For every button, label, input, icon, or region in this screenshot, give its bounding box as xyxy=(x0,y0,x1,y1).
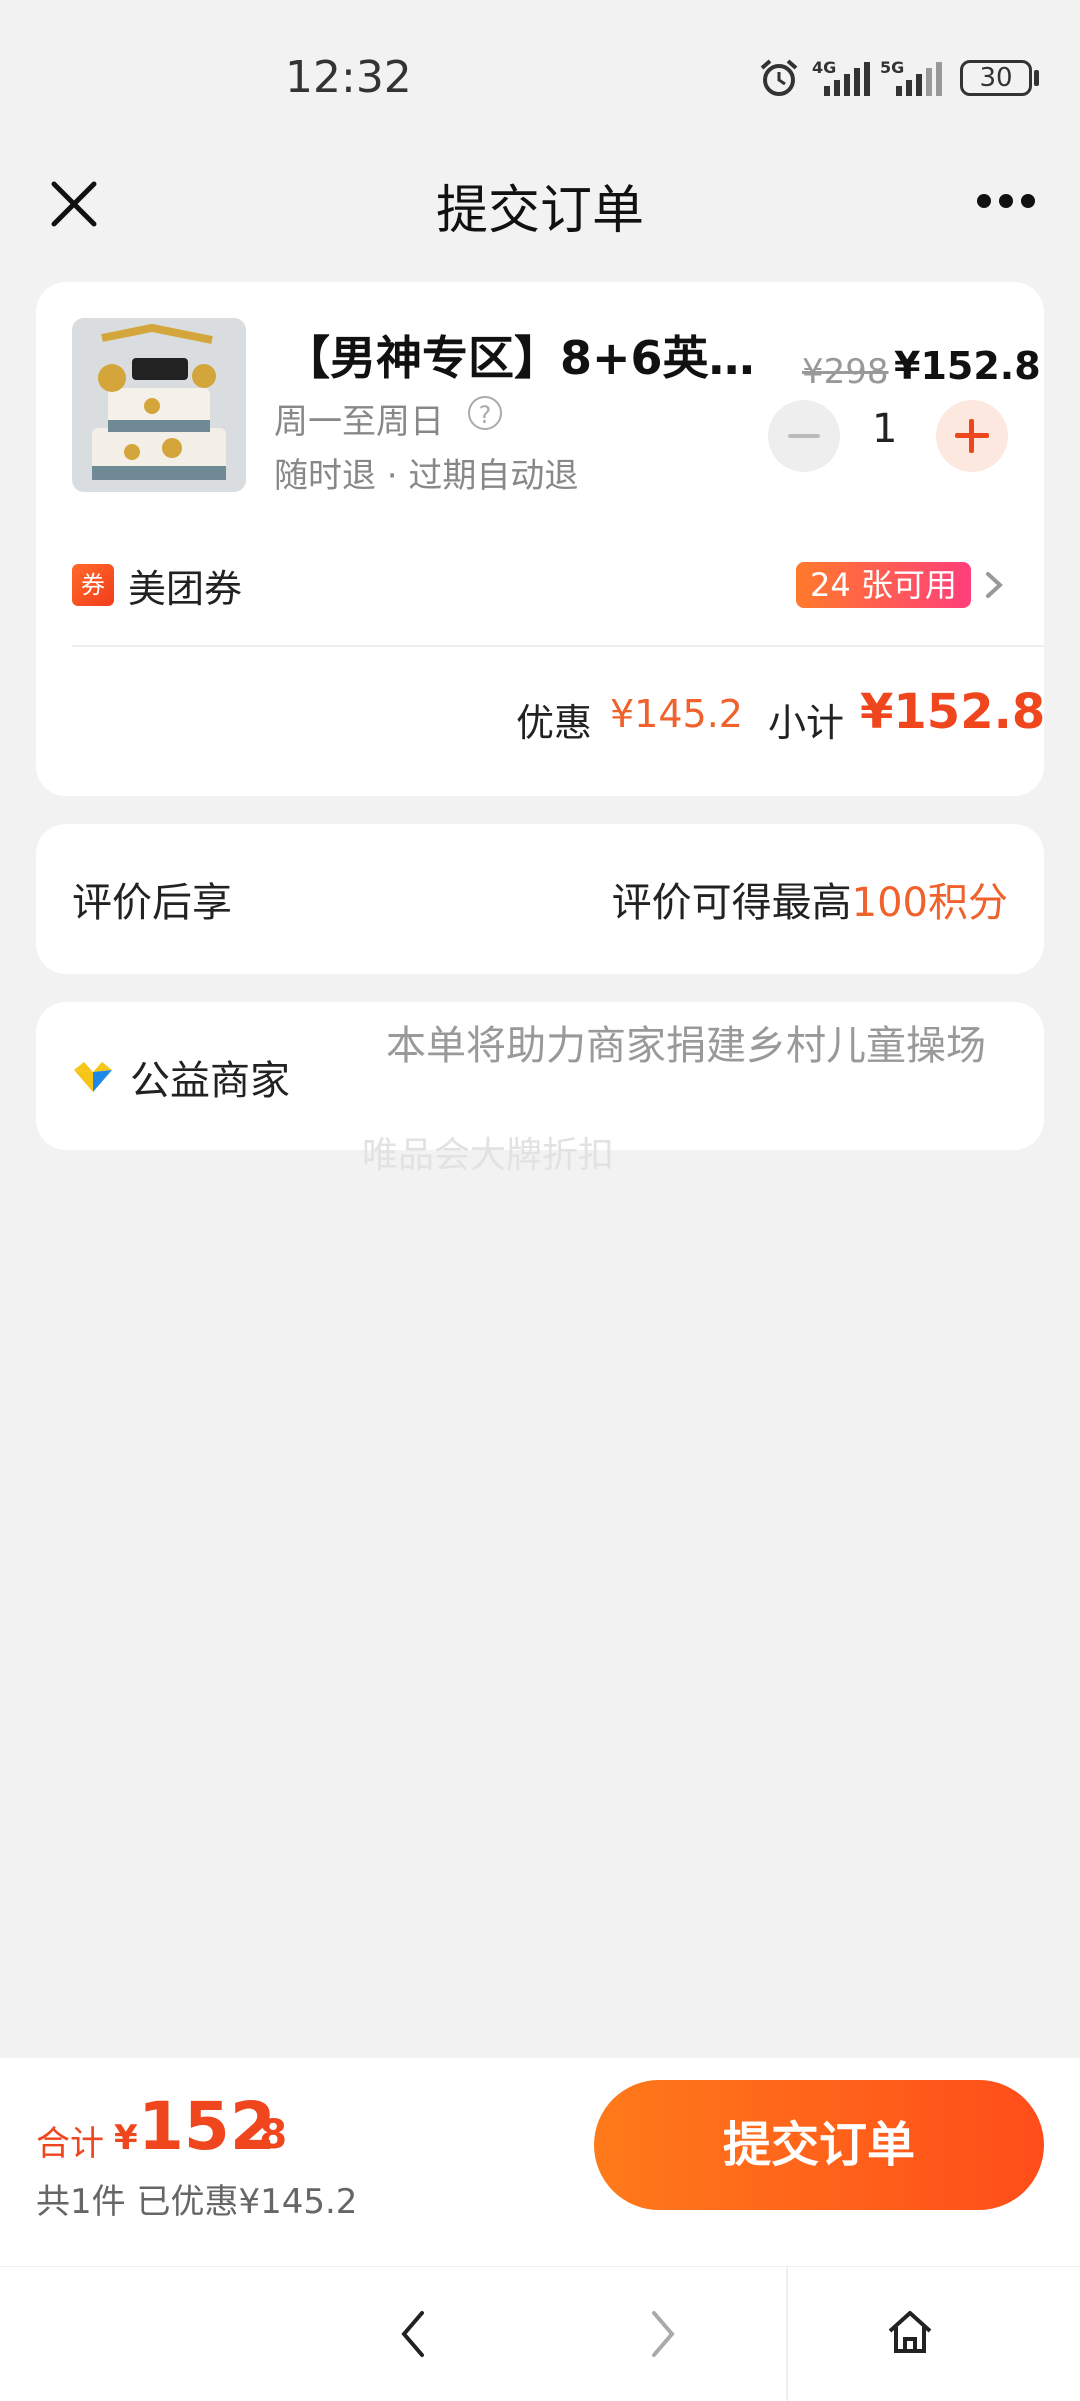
review-reward-card[interactable]: 评价后享 评价可得最高100积分 xyxy=(36,824,1044,974)
submit-order-button[interactable]: 提交订单 xyxy=(594,2080,1044,2210)
review-label: 评价后享 xyxy=(72,880,232,926)
total-summary: 共1件 已优惠¥145.2 xyxy=(36,2182,358,2222)
refund-policy: 随时退 · 过期自动退 xyxy=(274,456,579,496)
current-price: ¥152.8 xyxy=(894,344,1041,388)
total-label: 合计 xyxy=(36,2124,104,2164)
availability-text: 周一至周日 xyxy=(274,402,444,442)
watermark: 唯品会大牌折扣 xyxy=(362,1135,615,1176)
nav-divider xyxy=(786,2267,788,2401)
battery-icon: 30 xyxy=(960,60,1032,96)
help-icon[interactable]: ? xyxy=(468,396,502,430)
charity-description: 本单将助力商家捐建乡村儿童操场 xyxy=(386,1023,986,1069)
subtotal-label: 小计 xyxy=(768,701,845,745)
forward-icon[interactable] xyxy=(648,2309,678,2359)
divider xyxy=(72,645,1044,647)
charity-heart-icon xyxy=(74,1062,112,1092)
chevron-right-icon[interactable] xyxy=(982,568,1006,602)
product-thumbnail[interactable] xyxy=(72,318,246,492)
review-text-prefix: 评价可得最高 xyxy=(611,880,852,926)
review-points: 100积分 xyxy=(851,880,1008,926)
total-amount-decimal: .8 xyxy=(244,2112,288,2158)
status-bar: 12:32 4G 5G 30 xyxy=(0,0,1080,150)
quantity-decrease-button[interactable] xyxy=(768,400,840,472)
discount-label: 优惠 xyxy=(516,701,593,745)
order-card: 【男神专区】8+6英寸双层蛋糕 ¥298 ¥152.8 周一至周日 ? 随时退 … xyxy=(36,282,1046,796)
total-currency: ¥ xyxy=(114,2118,138,2158)
home-icon[interactable] xyxy=(886,2307,934,2355)
review-reward-text: 评价可得最高100积分 xyxy=(612,870,1008,928)
quantity-value: 1 xyxy=(872,406,898,452)
alarm-icon xyxy=(760,59,798,96)
coupon-label[interactable]: 美团券 xyxy=(128,558,242,613)
discount-amount: ¥145.2 xyxy=(610,692,743,736)
charity-label: 公益商家 xyxy=(130,1058,290,1104)
original-price: ¥298 xyxy=(802,352,889,392)
quantity-increase-button[interactable] xyxy=(936,400,1008,472)
coupon-icon: 券 xyxy=(72,564,114,606)
back-icon[interactable] xyxy=(398,2309,428,2359)
browser-nav-bar xyxy=(0,2266,1080,2401)
product-title[interactable]: 【男神专区】8+6英寸双层蛋糕 xyxy=(284,322,784,388)
checkout-bar: 合计 ¥ 152 .8 共1件 已优惠¥145.2 提交订单 xyxy=(0,2058,1080,2266)
coupon-available-badge[interactable]: 24 张可用 xyxy=(796,562,971,608)
signal-5g-icon: 5G xyxy=(880,58,950,98)
signal-4g-icon: 4G xyxy=(812,58,872,98)
page-title: 提交订单 xyxy=(435,181,644,241)
more-icon[interactable] xyxy=(976,186,1036,216)
battery-level: 30 xyxy=(979,63,1013,93)
battery-tip xyxy=(1034,70,1039,86)
subtotal-amount: ¥152.8 xyxy=(860,684,1046,740)
status-time: 12:32 xyxy=(285,52,412,103)
